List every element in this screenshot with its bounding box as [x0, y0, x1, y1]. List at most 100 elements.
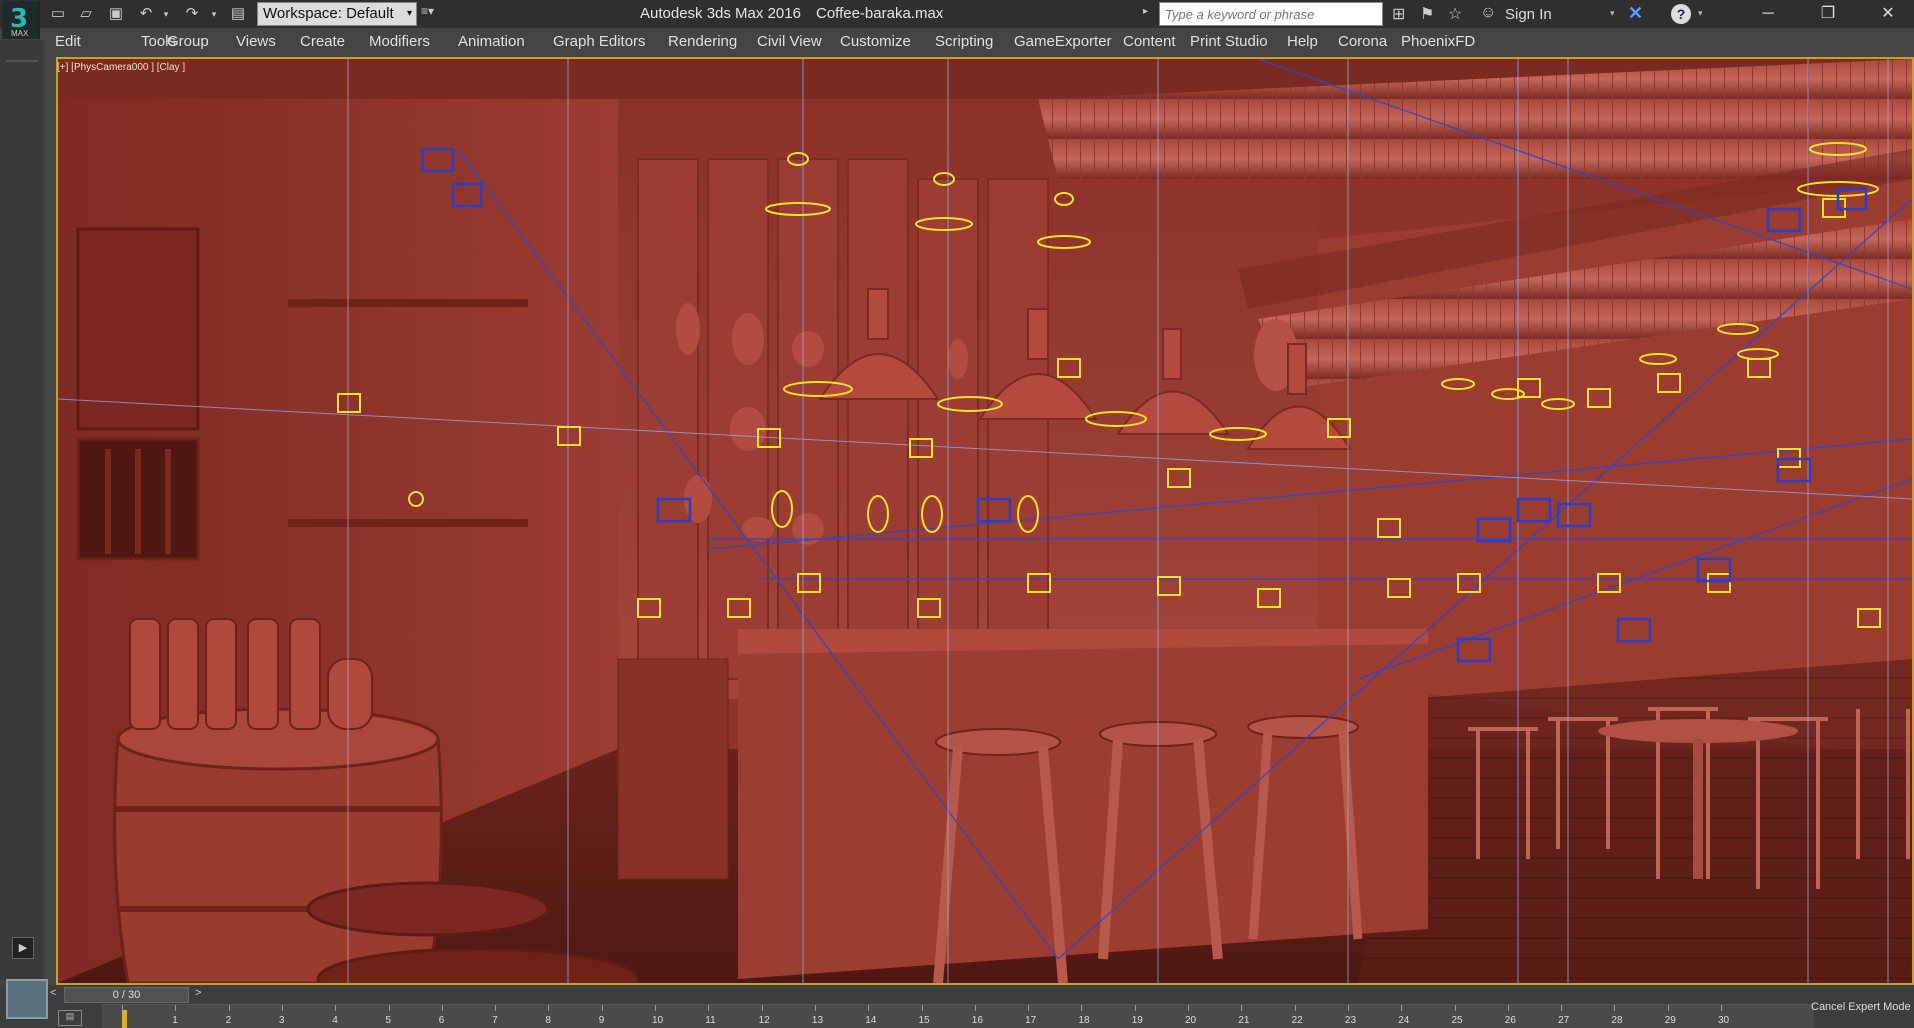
timeline-tick-label: 4 [332, 1015, 338, 1026]
workspace-label: Workspace: Default [263, 5, 394, 22]
play-icon[interactable]: ▶ [12, 937, 34, 959]
timeline-tick-mark [974, 1005, 976, 1011]
menu-customize[interactable]: Customize [840, 33, 911, 50]
help-icon[interactable]: ? [1671, 4, 1691, 24]
timeline-tick-mark [708, 1005, 710, 1011]
workspace-dropdown[interactable]: Workspace: Default ▾ [257, 2, 417, 26]
timeline-tick-mark [1241, 1005, 1243, 1011]
timeline-tick-mark [921, 1005, 923, 1011]
menu-corona[interactable]: Corona [1338, 33, 1387, 50]
wall-trim [288, 299, 528, 307]
menu-help[interactable]: Help [1287, 33, 1318, 50]
timeline-tick-mark [1454, 1005, 1456, 1011]
minimize-button[interactable]: ─ [1748, 2, 1788, 26]
chevron-down-icon[interactable]: ▾ [1610, 8, 1615, 19]
user-icon: ☺ [1480, 4, 1497, 21]
menu-views[interactable]: Views [236, 33, 276, 50]
redo-dropdown-icon[interactable]: ▾ [204, 4, 224, 24]
left-toolbar [0, 40, 44, 980]
timeline-tick-mark [1401, 1005, 1403, 1011]
floor-tiles [1358, 659, 1912, 983]
timeline-tick-label: 29 [1664, 1015, 1676, 1026]
menu-print-studio[interactable]: Print Studio [1190, 33, 1268, 50]
timeline-tick-label: 14 [865, 1015, 877, 1026]
menu-create[interactable]: Create [300, 33, 345, 50]
timeline-tick-mark [122, 1005, 123, 1011]
bar-counter [738, 639, 1428, 979]
timeline-tick-label: 21 [1238, 1015, 1250, 1026]
timeline-tick-mark [1561, 1005, 1563, 1011]
menu-gameexporter[interactable]: GameExporter [1014, 33, 1112, 50]
timeline-tick-label: 7 [492, 1015, 498, 1026]
timeline-tick-mark [1347, 1005, 1349, 1011]
perspective-viewport[interactable] [56, 57, 1914, 985]
timeline-tick-label: 11 [705, 1015, 716, 1026]
exchange-apps-icon[interactable]: ✕ [1628, 3, 1650, 25]
undo-dropdown-icon[interactable]: ▾ [156, 4, 176, 24]
timeline-tick-mark [1294, 1005, 1296, 1011]
project-folder-icon[interactable]: ▤ [228, 4, 248, 24]
timeline-tick-mark [601, 1005, 603, 1011]
binoculars-icon[interactable]: ⊞ [1392, 4, 1405, 24]
timeline-tick-label: 6 [438, 1015, 445, 1026]
menu-graph-editors[interactable]: Graph Editors [553, 33, 646, 50]
timeline-tick-label: 19 [1131, 1015, 1143, 1026]
timeline-tick-mark [441, 1005, 443, 1011]
timeline-tick-label: 20 [1185, 1015, 1197, 1026]
menu-animation[interactable]: Animation [458, 33, 525, 50]
menu-scripting[interactable]: Scripting [935, 33, 993, 50]
app-logo-label: MAX [11, 29, 29, 38]
timeline-tick-mark [175, 1005, 177, 1011]
timeline-tick-mark [335, 1005, 337, 1011]
undo-icon[interactable]: ↶ [136, 4, 156, 24]
search-input[interactable] [1159, 2, 1383, 26]
menu-edit[interactable]: Edit [55, 33, 81, 50]
timeline-tick-label: 28 [1611, 1015, 1623, 1026]
timeline-tick-mark [281, 1005, 283, 1011]
sign-in-button[interactable]: Sign In [1505, 6, 1552, 23]
timeline-tick-mark [1667, 1005, 1669, 1011]
timeline-tick-label: 16 [971, 1015, 983, 1026]
communication-center-icon[interactable]: ⚑ [1420, 4, 1434, 24]
new-file-icon[interactable]: ▭ [48, 4, 68, 24]
close-button[interactable]: ✕ [1868, 2, 1908, 26]
wooden-crate [76, 227, 200, 431]
timeline-tick-mark [1028, 1005, 1030, 1011]
viewport-label[interactable]: [+] [PhysCamera000 ] [Clay ] [57, 62, 185, 73]
menu-phoenixfd[interactable]: PhoenixFD [1401, 33, 1475, 50]
app-window: ▭ ▱ ▣ ↶ ▾ ↷ ▾ ▤ Workspace: Default ▾ ≡▾ … [0, 0, 1914, 1028]
menu-modifiers[interactable]: Modifiers [369, 33, 430, 50]
time-slider-prev[interactable]: < [50, 987, 56, 999]
restore-button[interactable]: ❐ [1808, 2, 1848, 26]
timeline-tick-label: 24 [1398, 1015, 1410, 1026]
timeline-tick-label: 30 [1718, 1015, 1730, 1026]
cancel-expert-mode-button[interactable]: Cancel Expert Mode [1811, 1001, 1911, 1013]
menu-rendering[interactable]: Rendering [668, 33, 737, 50]
round-stool [306, 881, 550, 937]
search-expand-icon[interactable]: ▸ [1143, 6, 1148, 17]
open-file-icon[interactable]: ▱ [76, 4, 96, 24]
timeline-tick-label: 9 [598, 1015, 605, 1026]
app-logo[interactable]: 3 MAX [2, 1, 40, 39]
time-slider-next[interactable]: > [195, 987, 201, 999]
trackbar-icon[interactable]: ▤ [58, 1010, 82, 1026]
viewport-thumbnail[interactable] [6, 979, 48, 1019]
timeline-tick-mark [1721, 1005, 1722, 1011]
timeline-tick-mark [228, 1005, 230, 1011]
timeline-tick-mark [548, 1005, 550, 1011]
timeline-tick-label: 8 [545, 1015, 551, 1026]
time-slider[interactable]: 0 / 30 [64, 987, 189, 1003]
current-frame-marker[interactable] [122, 1010, 127, 1028]
menu-group[interactable]: Group [167, 33, 209, 50]
favorites-star-icon[interactable]: ☆ [1448, 4, 1462, 24]
timeline-tick-label: 12 [758, 1015, 770, 1026]
menu-content[interactable]: Content [1123, 33, 1176, 50]
timeline-tick-label: 10 [652, 1015, 664, 1026]
timeline-tick-label: 2 [225, 1015, 232, 1026]
workspace-menu-icon[interactable]: ≡▾ [421, 4, 434, 18]
timeline-tick-mark [655, 1005, 656, 1011]
redo-icon[interactable]: ↷ [182, 4, 202, 24]
chevron-down-icon[interactable]: ▾ [1698, 8, 1703, 19]
save-icon[interactable]: ▣ [106, 4, 126, 24]
menu-civil-view[interactable]: Civil View [757, 33, 822, 50]
